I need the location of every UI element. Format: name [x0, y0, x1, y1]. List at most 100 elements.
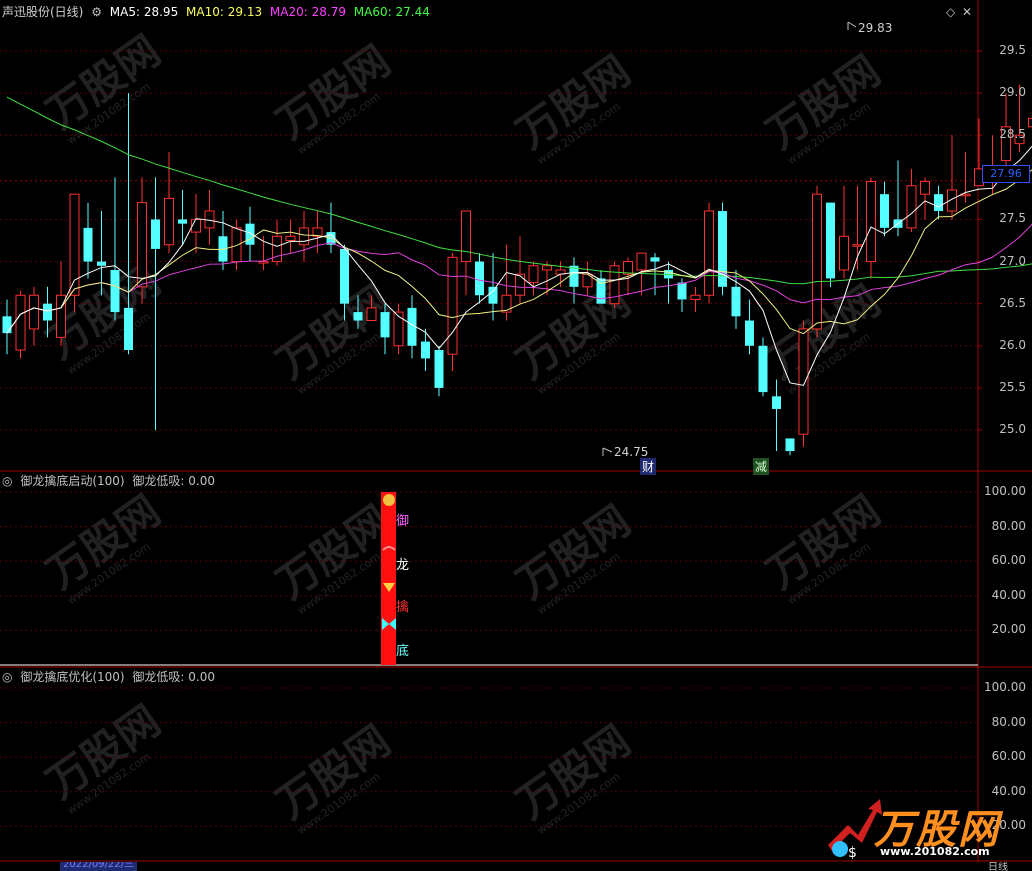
signal-char-di: 底 — [396, 644, 410, 659]
event-marker-jian[interactable]: 减 — [753, 458, 770, 475]
panel3-collapse-icon[interactable]: ◎ — [2, 670, 12, 684]
candle-body-down — [772, 396, 781, 409]
background-watermark: 万股网www.201082.com — [758, 276, 889, 397]
price-tick-label: 27.5 — [999, 211, 1026, 226]
panel2-header: ◎ 御龙擒底启动(100) 御龙低吸: 0.00 — [2, 473, 219, 489]
background-watermark: 万股网www.201082.com — [268, 36, 399, 157]
background-watermark: 万股网www.201082.com — [38, 696, 169, 817]
ma5-line — [6, 145, 1032, 386]
candle-body-up — [15, 294, 26, 351]
candle-body-up — [812, 193, 822, 330]
candle-body-up — [704, 210, 714, 296]
panel2-tick-label: 40.00 — [991, 587, 1026, 602]
panel3-header: ◎ 御龙擒底优化(100) 御龙低吸: 0.00 — [2, 669, 219, 685]
panel2-tick-label: 60.00 — [991, 553, 1026, 568]
candle-body-down — [650, 257, 660, 262]
event-marker-cai[interactable]: 财 — [640, 458, 657, 475]
stock-chart-window[interactable]: 万股网 www.201082.com 万股网 www.201082.com 万股网 www… — [0, 0, 1032, 871]
candle-body-up — [258, 261, 269, 264]
candle-body-up — [29, 294, 39, 330]
candle-body-down — [826, 202, 835, 279]
background-watermark: 万股网www.201082.com — [268, 716, 399, 837]
candle-body-up — [690, 294, 701, 300]
price-tick-label: 25.5 — [999, 379, 1026, 394]
candle-body-down — [2, 316, 12, 334]
price-tick-label: 26.0 — [999, 337, 1026, 352]
background-watermark: 万股网www.201082.com — [758, 486, 889, 607]
panel3-title[interactable]: 御龙擒底优化(100) — [20, 670, 124, 684]
signal-char-long: 龙 — [396, 558, 410, 573]
candle-body-down — [745, 320, 754, 346]
ma10-label: MA10: 29.13 — [186, 5, 263, 19]
cursor-date: 2022/09/22/三 — [60, 862, 138, 871]
money-bag-icon — [383, 494, 395, 506]
price-tick-label: 29.5 — [999, 43, 1026, 57]
candle-body-down — [421, 341, 430, 359]
signal-bar — [381, 492, 396, 665]
brand-watermark: $ 万股网 www.201082.com — [818, 795, 1028, 861]
period-label[interactable]: 日线 — [988, 862, 1008, 871]
candle-body-up — [839, 235, 849, 271]
ma20-label: MA20: 28.79 — [269, 5, 346, 19]
candle-body-down — [245, 223, 255, 245]
panel2-tick-label: 20.00 — [991, 622, 1026, 637]
settings-icon[interactable]: ⚙ — [91, 5, 102, 19]
candle-body-up — [164, 197, 174, 246]
candle-body-down — [97, 261, 106, 266]
candle-body-down — [785, 438, 795, 452]
candle-body-down — [151, 219, 160, 249]
candle-body-down — [731, 286, 741, 317]
price-tick-label: 29.0 — [999, 85, 1026, 100]
chart-canvas[interactable]: 万股网www.201082.com 万股网www.201082.com 万股网www… — [0, 0, 1032, 871]
candle-body-down — [340, 248, 349, 304]
candle-body-up — [299, 227, 309, 246]
candle-body-down — [124, 307, 133, 350]
candle-body-down — [475, 261, 484, 296]
high-price-label: 29.83 — [858, 21, 893, 35]
candle-body-down — [434, 349, 444, 388]
candle-body-up — [906, 185, 917, 229]
brand-url: www.201082.com — [880, 845, 990, 858]
price-tick-label: 26.5 — [999, 295, 1026, 310]
panel3-tick-label: 60.00 — [991, 749, 1026, 764]
background-watermark: 万股网www.201082.com — [508, 496, 639, 617]
close-icon[interactable]: ✕ — [962, 5, 972, 19]
candle-body-down — [110, 269, 120, 313]
candle-body-down — [880, 194, 889, 228]
candle-body-up — [393, 311, 404, 347]
high-leader — [847, 21, 857, 30]
candle-body-down — [83, 227, 93, 262]
candle-body-down — [569, 265, 579, 287]
candle-body-down — [43, 303, 52, 321]
panel3-value: 御龙低吸: 0.00 — [132, 670, 215, 684]
candle-body-down — [380, 312, 390, 338]
background-watermark: 万股网www.201082.com — [508, 46, 639, 167]
candle-body-up — [285, 235, 296, 242]
stock-title[interactable]: 声迅股份(日线) — [2, 5, 83, 19]
price-tick-label: 25.0 — [999, 422, 1026, 436]
panel2-title[interactable]: 御龙擒底启动(100) — [20, 474, 124, 488]
candle-body-up — [528, 265, 539, 284]
low-price-label: 24.75 — [614, 445, 649, 459]
diamond-icon[interactable]: ◇ — [946, 5, 955, 19]
candle-body-up — [447, 256, 458, 355]
candle-body-down — [353, 312, 363, 321]
candle-body-up — [515, 273, 525, 296]
ma5-label: MA5: 28.95 — [109, 5, 179, 19]
main-header: 声迅股份(日线) ⚙ MA5: 28.95 MA10: 29.13 MA20: … — [2, 4, 434, 20]
signal-char-qin: 擒 — [396, 600, 410, 615]
candle-body-up — [866, 181, 876, 263]
candle-body-down — [596, 278, 606, 304]
panel2-tick-label: 100.00 — [984, 484, 1026, 498]
price-tick-label: 27.0 — [999, 253, 1026, 268]
candle-body-up — [501, 294, 512, 313]
background-watermark: 万股网www.201082.com — [38, 486, 169, 607]
candle-body-up — [798, 328, 809, 435]
low-leader — [602, 447, 613, 456]
panel2-collapse-icon[interactable]: ◎ — [2, 474, 12, 488]
background-watermark: 万股网www.201082.com — [38, 26, 169, 147]
signal-char-yu: 御 — [396, 514, 410, 529]
date-axis-bar: 2022/09/22/三 日线 — [0, 862, 1032, 871]
panel2-tick-label: 80.00 — [991, 518, 1026, 533]
panel3-tick-label: 80.00 — [991, 714, 1026, 729]
